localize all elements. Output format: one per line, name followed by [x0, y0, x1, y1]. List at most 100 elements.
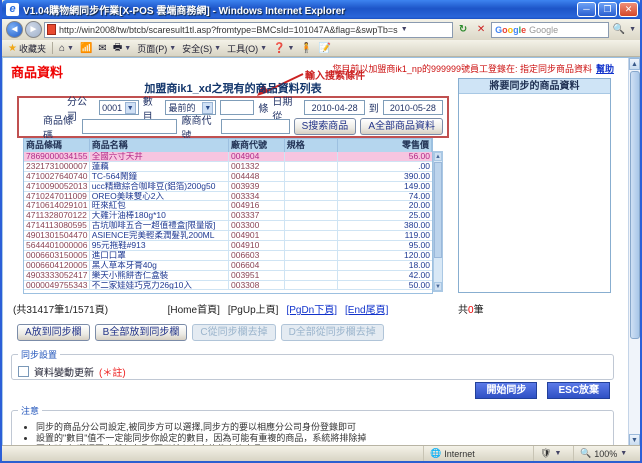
table-cell: 004904: [229, 152, 285, 161]
edit-button[interactable]: 📝: [319, 43, 331, 54]
messenger-button[interactable]: 🧍: [300, 43, 312, 54]
barcode-input[interactable]: [82, 119, 177, 134]
table-cell: 56.00: [338, 152, 432, 161]
table-cell: [285, 231, 339, 240]
read-mail-button[interactable]: ✉: [98, 43, 106, 54]
scroll-up-icon[interactable]: ▲: [434, 152, 442, 161]
safety-menu[interactable]: 安全(S)▼: [182, 42, 221, 55]
table-row[interactable]: 4710614029101旺來紅包00491620.00: [24, 201, 432, 211]
page-scrollbar[interactable]: ▲ ▼: [628, 58, 640, 445]
add-to-sync-button[interactable]: A放到同步欄: [17, 324, 90, 341]
search-magnifier-icon[interactable]: 🔍: [611, 22, 627, 38]
table-cell: 0006604120005: [24, 261, 90, 270]
help-menu[interactable]: ❓▼: [273, 43, 294, 54]
column-header[interactable]: 商品條碼: [24, 139, 90, 152]
table-row[interactable]: 2321731000007蓮藕001332.00: [24, 162, 432, 172]
table-cell: 006603: [229, 251, 285, 260]
page-scroll-up-icon[interactable]: ▲: [629, 58, 640, 70]
table-cell: [285, 271, 339, 280]
table-row[interactable]: 4710027640740TC-564鬧鐘004448390.00: [24, 172, 432, 182]
table-row[interactable]: 4714113080595古坑咖啡五合一超值禮盒[限量版]003300380.0…: [24, 221, 432, 231]
close-button[interactable]: ✕: [619, 2, 638, 17]
table-scrollbar[interactable]: ▲ ▼: [433, 151, 443, 292]
sync-panel-list[interactable]: [459, 94, 610, 292]
nav-pgdn[interactable]: [PgDn下頁]: [286, 301, 337, 316]
date-to-input[interactable]: 2010-05-28: [383, 100, 443, 115]
all-products-button[interactable]: A全部商品資料: [360, 118, 443, 135]
start-sync-button[interactable]: 開始同步: [475, 382, 537, 399]
address-dropdown-icon[interactable]: ▼: [401, 26, 408, 33]
search-form: 分公司 0001▼ 數目 最前的▼ 條 日期從 2010-04-28 到 201…: [17, 96, 449, 138]
remove-from-sync-button: C從同步欄去掉: [192, 324, 275, 341]
page-icon: [47, 24, 56, 35]
table-row[interactable]: 4903333052417樂天小熊餅杏仁盒裝00395142.00: [24, 271, 432, 281]
globe-icon: 🌐: [430, 448, 441, 459]
table-cell: 004448: [229, 172, 285, 181]
table-cell: [285, 221, 339, 230]
table-cell: 003951: [229, 271, 285, 280]
action-buttons: A放到同步欄 B全部放到同步欄 C從同步欄去掉 D全部從同步欄去掉: [17, 324, 384, 341]
toolbar-separator: [52, 42, 53, 54]
note-marker: (＊註): [99, 364, 126, 379]
column-header[interactable]: 商品名稱: [90, 139, 229, 152]
vendor-input[interactable]: [221, 119, 290, 134]
feeds-button[interactable]: 📶: [80, 43, 92, 54]
column-header[interactable]: 廠商代號: [229, 139, 285, 152]
table-cell: 003337: [229, 211, 285, 220]
nav-pgup[interactable]: [PgUp上頁]: [228, 301, 279, 316]
page-scroll-down-icon[interactable]: ▼: [629, 434, 640, 445]
count-input[interactable]: [220, 100, 254, 115]
status-message: [2, 446, 424, 461]
data-update-checkbox[interactable]: [18, 366, 29, 377]
table-row[interactable]: 0006603150005進口口罩006603120.00: [24, 251, 432, 261]
protected-mode-indicator[interactable]: 🛡▼: [534, 446, 574, 461]
tools-menu[interactable]: 工具(O)▼: [227, 42, 267, 55]
date-from-input[interactable]: 2010-04-28: [304, 100, 364, 115]
table-row[interactable]: 4711328070122大雞汁油棒180g*1000333725.00: [24, 211, 432, 221]
esc-cancel-button[interactable]: ESC放棄: [547, 382, 610, 399]
notes-legend: 注意: [18, 404, 42, 417]
table-cell: 4903333052417: [24, 271, 90, 280]
maximize-button[interactable]: ❐: [598, 2, 617, 17]
sync-settings: 同步設置 資料變動更新 (＊註): [11, 348, 614, 380]
minimize-button[interactable]: ─: [577, 2, 596, 17]
table-cell: 7869000034155: [24, 152, 90, 161]
search-products-button[interactable]: S搜索商品: [294, 118, 357, 135]
stop-button[interactable]: ✕: [473, 22, 489, 38]
table-row[interactable]: 4710247011009OREO美味雙心2入00333474.00: [24, 192, 432, 202]
scroll-down-icon[interactable]: ▼: [434, 282, 442, 291]
search-box[interactable]: Google Google: [491, 22, 609, 38]
zoom-control[interactable]: 🔍 100%▼: [574, 446, 640, 461]
scrollbar-thumb[interactable]: [434, 162, 442, 258]
table-row[interactable]: 0006604120005黑人草本牙膏40g00660418.00: [24, 261, 432, 271]
add-all-to-sync-button[interactable]: B全部放到同步欄: [95, 324, 188, 341]
nav-home[interactable]: [Home首頁]: [168, 301, 220, 316]
table-cell: 4714113080595: [24, 221, 90, 230]
forward-button[interactable]: ►: [25, 21, 42, 38]
table-cell: 5644401000006: [24, 241, 90, 250]
table-cell: 74.00: [338, 192, 432, 201]
column-header[interactable]: 規格: [285, 139, 339, 152]
table-cell: TC-564鬧鐘: [90, 172, 229, 181]
page-scrollbar-thumb[interactable]: [630, 71, 640, 339]
table-row[interactable]: 4901301504470ASIENCE完美輕柔潤髮乳200ML00490111…: [24, 231, 432, 241]
page-menu[interactable]: 页面(P)▼: [137, 42, 176, 55]
address-field[interactable]: http://win2008/tw/btcb/scaresult1tl.asp?…: [44, 22, 453, 38]
remove-all-from-sync-button: D全部從同步欄去掉: [281, 324, 384, 341]
refresh-button[interactable]: ↻: [455, 22, 471, 38]
nav-end[interactable]: [End尾頁]: [345, 301, 388, 316]
print-button[interactable]: 🖶▼: [113, 40, 131, 57]
table-row[interactable]: 7869000034155全國六寸天井004904 56.00: [24, 152, 432, 162]
back-button[interactable]: ◄: [6, 21, 23, 38]
favorites-button[interactable]: ★ 收藏夹: [8, 42, 46, 55]
column-header[interactable]: 零售價: [338, 139, 432, 152]
search-options-icon[interactable]: ▼: [629, 26, 636, 33]
table-row[interactable]: 4710090052013ucc精緻綜合咖啡豆(鋁箔)200g500039391…: [24, 182, 432, 192]
table-cell: 進口口罩: [90, 251, 229, 260]
table-row[interactable]: 0000049755343不二家娃娃巧克力26g10入00330850.00: [24, 281, 432, 291]
table-cell: 全國六寸天井: [90, 152, 229, 161]
table-row[interactable]: 564440100000695元拖鞋#91300491095.00: [24, 241, 432, 251]
branch-select[interactable]: 0001▼: [99, 100, 139, 115]
help-link[interactable]: 幫助: [596, 64, 614, 74]
home-button[interactable]: ⌂▼: [59, 43, 74, 54]
